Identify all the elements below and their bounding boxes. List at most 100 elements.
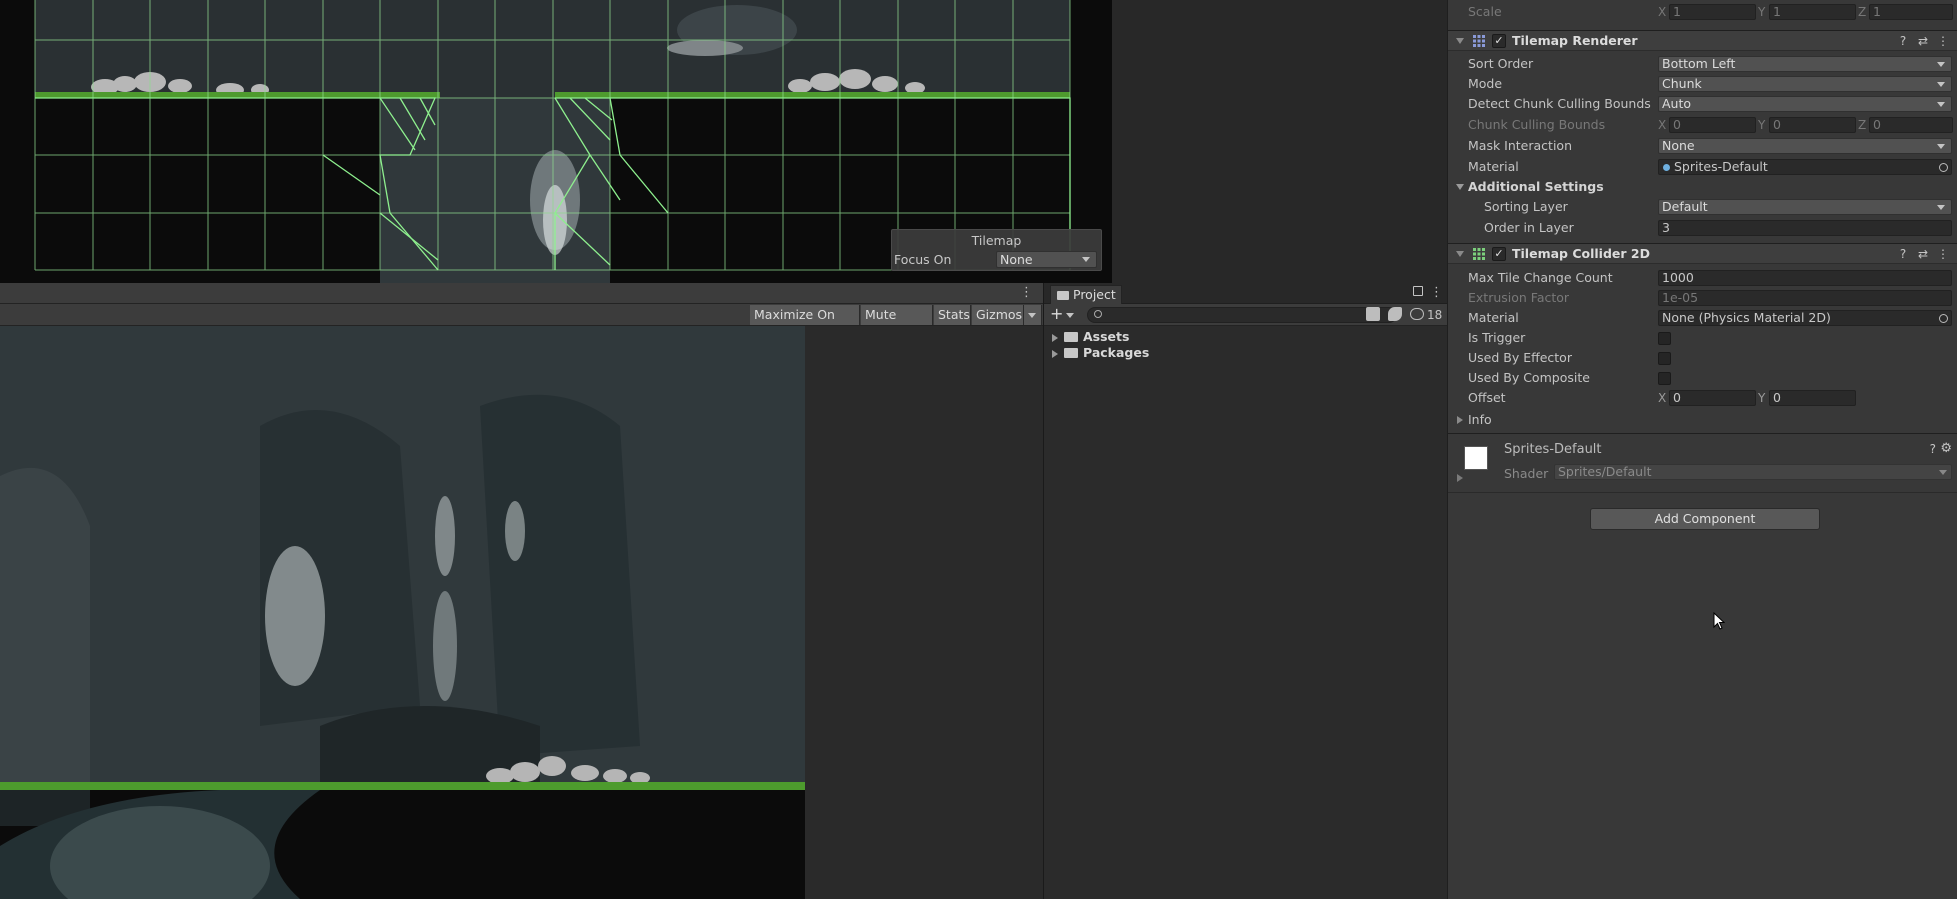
renderer-material-value: Sprites-Default xyxy=(1674,159,1768,174)
scale-x-value[interactable]: 1 xyxy=(1669,4,1756,20)
tilemap-collider-icon xyxy=(1473,248,1485,260)
tilemap-overlay-panel: Tilemap Focus On None xyxy=(891,229,1102,271)
project-panel: Project ⋮ + 18 Assets Packages xyxy=(1043,283,1448,899)
extrusion-row: Extrusion Factor 1e-05 xyxy=(1448,290,1957,306)
foldout-arrow-icon[interactable] xyxy=(1456,38,1464,44)
info-label: Info xyxy=(1468,412,1492,427)
info-foldout[interactable]: Info xyxy=(1448,412,1957,428)
foldout-arrow-icon[interactable] xyxy=(1456,251,1464,257)
scale-row: Scale X1 Y1 Z1 xyxy=(1448,4,1957,20)
focus-on-dropdown[interactable]: None xyxy=(996,251,1097,268)
lock-icon[interactable] xyxy=(1413,286,1423,296)
folder-icon xyxy=(1064,331,1078,342)
presets-icon[interactable]: ⇄ xyxy=(1916,34,1930,48)
foldout-arrow-icon[interactable] xyxy=(1457,416,1463,424)
tilemap-renderer-icon xyxy=(1473,35,1485,47)
help-icon[interactable]: ? xyxy=(1896,247,1910,261)
mute-audio-button[interactable]: Mute Audio xyxy=(861,305,933,342)
chevron-down-icon xyxy=(1066,313,1074,318)
scale-y-value[interactable]: 1 xyxy=(1769,4,1856,20)
shader-value: Sprites/Default xyxy=(1558,464,1652,479)
tilemap-collider-enabled-checkbox[interactable]: ✓ xyxy=(1492,247,1506,261)
is-trigger-label: Is Trigger xyxy=(1468,330,1526,345)
used-by-effector-checkbox[interactable] xyxy=(1658,352,1671,365)
axis-y-label: Y xyxy=(1758,118,1766,132)
collider-material-label: Material xyxy=(1468,310,1519,325)
object-picker-icon[interactable] xyxy=(1939,163,1948,172)
search-input[interactable] xyxy=(1087,307,1397,323)
collider-material-row: Material None (Physics Material 2D) xyxy=(1448,310,1957,326)
is-trigger-checkbox[interactable] xyxy=(1658,332,1671,345)
gizmos-dropdown-button[interactable] xyxy=(1024,305,1042,325)
search-icon xyxy=(1094,310,1102,318)
sort-order-value: Bottom Left xyxy=(1662,56,1736,71)
mouse-cursor-icon xyxy=(1713,612,1725,630)
object-picker-icon[interactable] xyxy=(1939,314,1948,323)
additional-settings-foldout[interactable]: Additional Settings xyxy=(1448,179,1957,195)
shader-dropdown[interactable]: Sprites/Default xyxy=(1554,464,1952,480)
renderer-material-row: Material Sprites-Default xyxy=(1448,159,1957,175)
presets-icon[interactable]: ⇄ xyxy=(1916,247,1930,261)
foldout-arrow-icon[interactable] xyxy=(1456,184,1464,190)
more-options-icon[interactable]: ⋮ xyxy=(1020,286,1033,300)
scene-view[interactable]: Tilemap Focus On None xyxy=(0,0,1112,283)
material-preview-section: Sprites-Default Shader Sprites/Default ?… xyxy=(1448,433,1957,493)
offset-label: Offset xyxy=(1468,390,1506,405)
maximize-on-play-button[interactable]: Maximize On Play xyxy=(750,305,860,342)
tree-item-assets[interactable]: Assets xyxy=(1052,329,1129,345)
mode-label: Mode xyxy=(1468,76,1503,91)
stats-button[interactable]: Stats xyxy=(934,305,971,325)
mask-interaction-dropdown[interactable]: None xyxy=(1658,138,1952,154)
gizmos-button[interactable]: Gizmos xyxy=(972,305,1024,325)
tab-project[interactable]: Project xyxy=(1050,285,1122,304)
tilemap-renderer-enabled-checkbox[interactable]: ✓ xyxy=(1492,34,1506,48)
folder-icon xyxy=(1064,347,1078,358)
game-view[interactable] xyxy=(0,326,805,899)
max-tile-field[interactable]: 1000 xyxy=(1658,270,1952,286)
axis-x-label: X xyxy=(1658,5,1667,19)
offset-y-value[interactable]: 0 xyxy=(1769,390,1856,406)
sorting-layer-value: Default xyxy=(1662,199,1708,214)
project-tab-bar: Project ⋮ xyxy=(1044,283,1448,304)
gear-icon[interactable]: ⚙ xyxy=(1940,441,1952,456)
more-options-icon[interactable]: ⋮ xyxy=(1936,34,1950,48)
is-trigger-row: Is Trigger xyxy=(1448,330,1957,346)
chevron-down-icon xyxy=(1937,205,1945,210)
additional-settings-label: Additional Settings xyxy=(1468,179,1604,194)
chevron-down-icon xyxy=(1937,144,1945,149)
offset-x-value[interactable]: 0 xyxy=(1669,390,1756,406)
scale-z-value[interactable]: 1 xyxy=(1869,4,1953,20)
chevron-down-icon xyxy=(1939,470,1947,475)
shader-label: Shader xyxy=(1504,466,1549,481)
tilemap-renderer-header[interactable]: ✓ Tilemap Renderer ? ⇄ ⋮ xyxy=(1448,30,1957,51)
detect-culling-dropdown[interactable]: Auto xyxy=(1658,96,1952,112)
mode-dropdown[interactable]: Chunk xyxy=(1658,76,1952,92)
sort-order-dropdown[interactable]: Bottom Left xyxy=(1658,56,1952,72)
help-icon[interactable]: ? xyxy=(1930,442,1936,456)
more-options-icon[interactable]: ⋮ xyxy=(1430,285,1443,301)
more-options-icon[interactable]: ⋮ xyxy=(1936,247,1950,261)
chevron-down-icon xyxy=(1028,313,1036,318)
scene-side-empty xyxy=(1112,0,1448,283)
tree-item-packages[interactable]: Packages xyxy=(1052,345,1149,361)
expand-arrow-icon[interactable] xyxy=(1052,349,1058,358)
foldout-arrow-icon[interactable] xyxy=(1457,474,1463,482)
tilemap-collider-header[interactable]: ✓ Tilemap Collider 2D ? ⇄ ⋮ xyxy=(1448,243,1957,264)
axis-y-label: Y xyxy=(1758,391,1766,405)
filter-by-type-icon[interactable] xyxy=(1366,307,1380,321)
renderer-material-field[interactable]: Sprites-Default xyxy=(1658,159,1952,175)
game-tab-bar: ⋮ xyxy=(0,283,1043,304)
add-component-button[interactable]: Add Component xyxy=(1590,508,1820,530)
order-in-layer-field[interactable]: 3 xyxy=(1658,220,1952,236)
used-by-composite-row: Used By Composite xyxy=(1448,370,1957,386)
expand-arrow-icon[interactable] xyxy=(1052,333,1058,342)
help-icon[interactable]: ? xyxy=(1896,34,1910,48)
filter-by-label-icon[interactable] xyxy=(1388,307,1402,321)
add-asset-button[interactable]: + xyxy=(1050,305,1076,323)
collider-material-field[interactable]: None (Physics Material 2D) xyxy=(1658,310,1952,326)
sorting-layer-dropdown[interactable]: Default xyxy=(1658,199,1952,215)
tab-project-label: Project xyxy=(1073,287,1116,302)
used-by-composite-checkbox[interactable] xyxy=(1658,372,1671,385)
hidden-packages-icon[interactable] xyxy=(1410,308,1424,320)
collider-material-value: None (Physics Material 2D) xyxy=(1662,310,1831,325)
